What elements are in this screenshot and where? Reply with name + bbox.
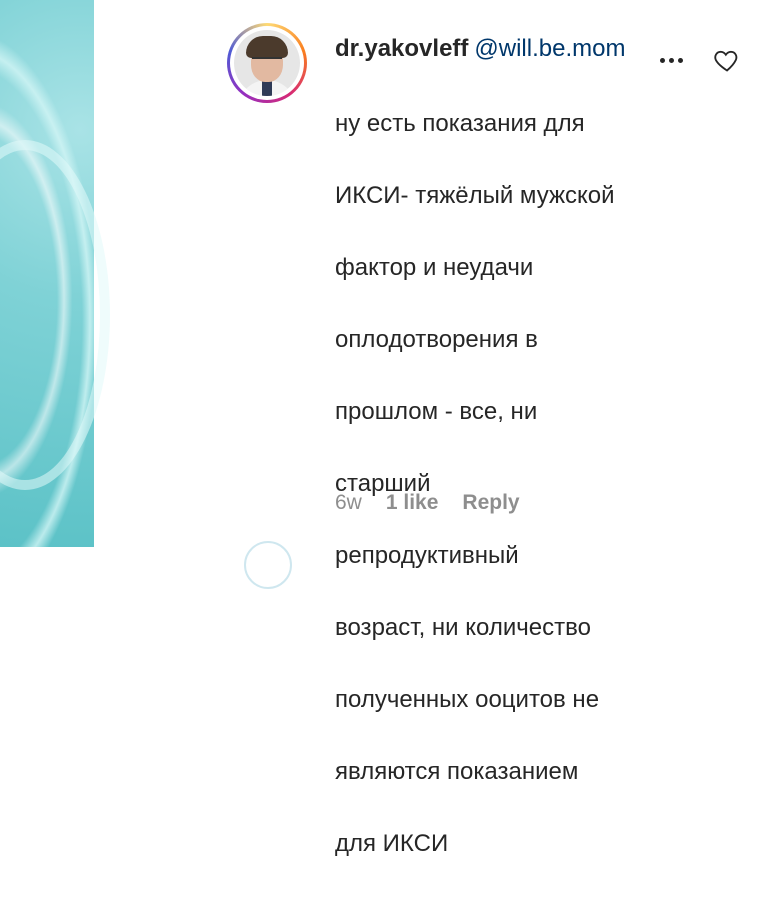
avatar[interactable] bbox=[227, 23, 307, 103]
comment-line: ИКСИ- тяжёлый мужской bbox=[335, 182, 615, 209]
post-image[interactable] bbox=[0, 0, 110, 547]
comment-line: являются показанием bbox=[335, 758, 579, 785]
comment-line: ну есть показания для bbox=[335, 110, 585, 137]
username-link[interactable]: dr.yakovleff bbox=[335, 35, 468, 62]
mention-link[interactable]: @will.be.mom bbox=[474, 35, 625, 62]
profile-avatar bbox=[234, 30, 300, 96]
more-dots-icon[interactable] bbox=[660, 54, 690, 66]
comment-line: возраст, ни количество bbox=[335, 614, 591, 641]
comment-line: репродуктивный bbox=[335, 542, 519, 569]
likes-count[interactable]: 1 like bbox=[386, 489, 439, 517]
heart-icon[interactable] bbox=[712, 46, 742, 74]
next-comment-avatar[interactable] bbox=[244, 541, 292, 589]
comment-line: для ИКСИ bbox=[335, 830, 449, 857]
comment-line: фактор и неудачи bbox=[335, 254, 534, 281]
comment-line: полученных ооцитов не bbox=[335, 686, 600, 713]
comment-text: ну есть показания для ИКСИ- тяжёлый мужс… bbox=[335, 70, 685, 898]
comment-age[interactable]: 6w bbox=[335, 489, 362, 517]
comment-line: оплодотворения в bbox=[335, 326, 538, 353]
reply-button[interactable]: Reply bbox=[462, 489, 519, 517]
comment-line: прошлом - все, ни bbox=[335, 398, 538, 425]
comment-meta: 6w 1 like Reply bbox=[335, 489, 520, 517]
